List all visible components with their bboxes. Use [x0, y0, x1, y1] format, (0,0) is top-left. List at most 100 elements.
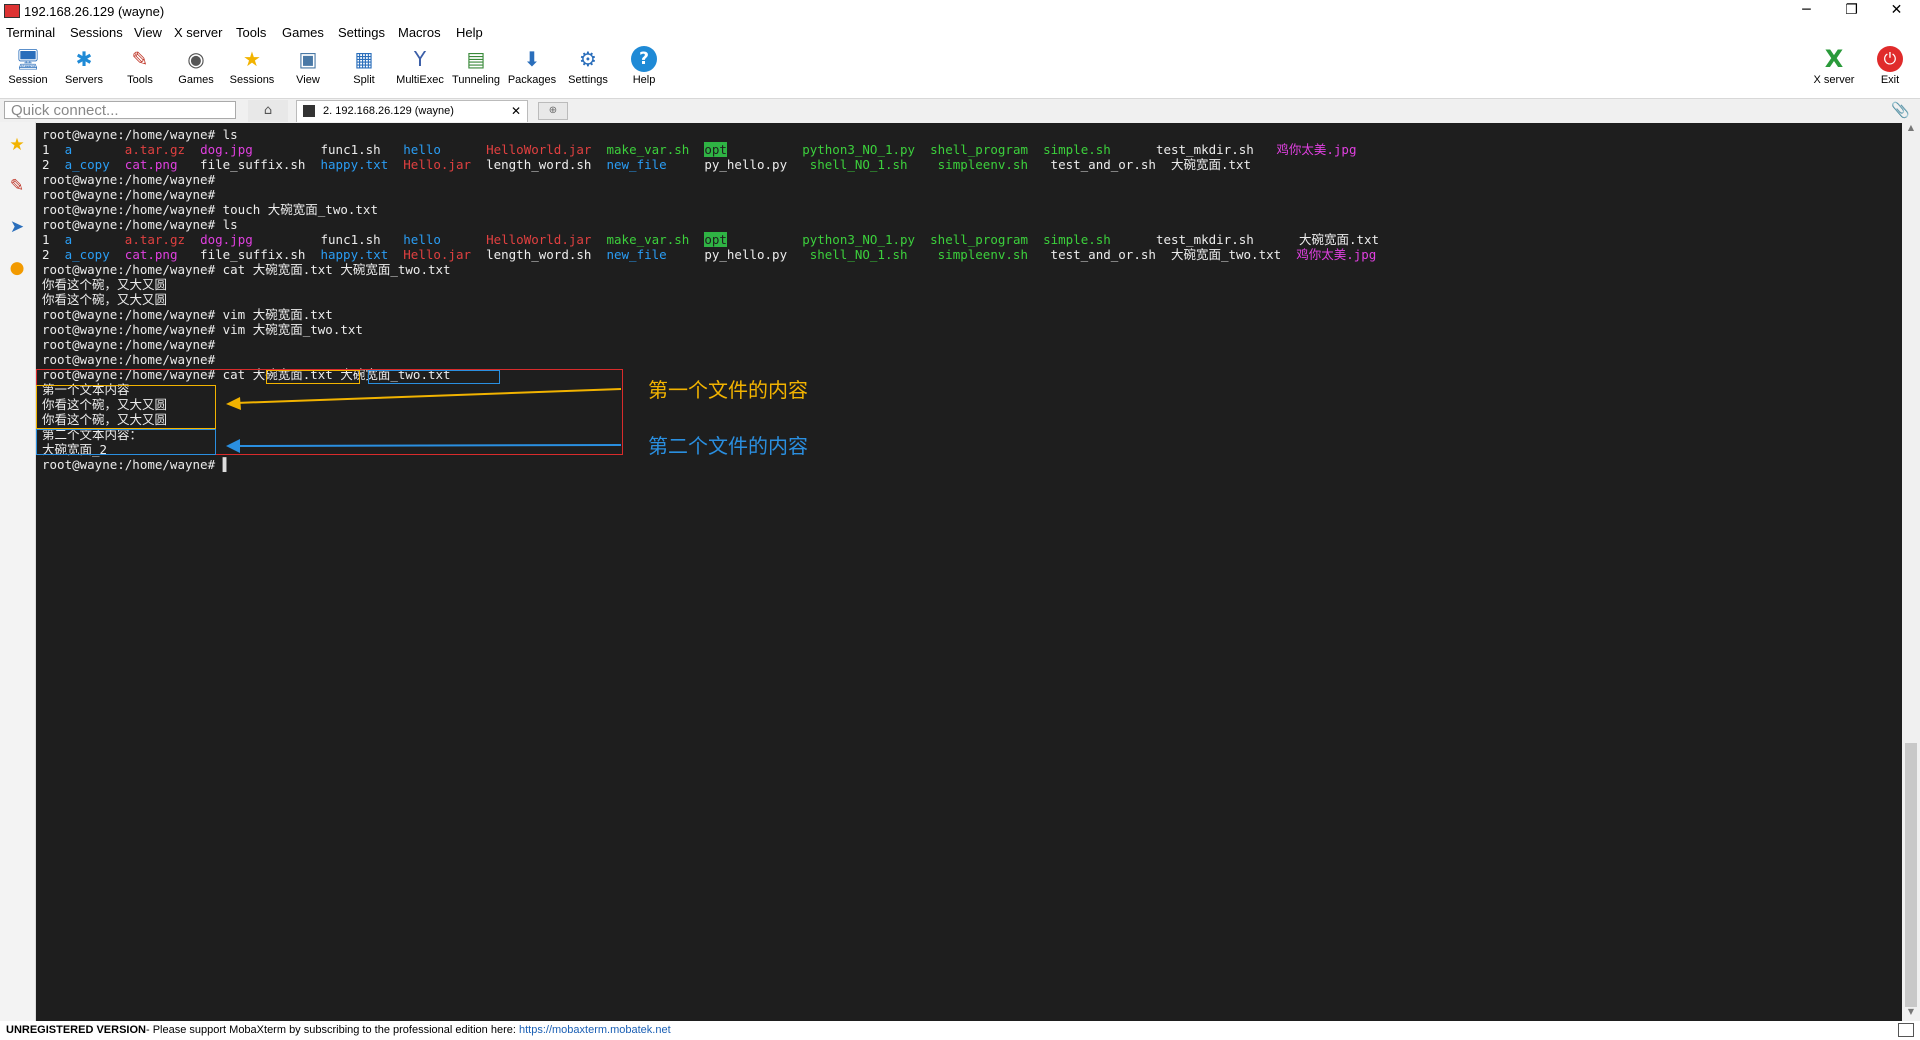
session-tab[interactable]: 2. 192.168.26.129 (wayne) ✕: [296, 100, 528, 122]
menu-tools[interactable]: Tools: [236, 25, 266, 40]
colored-filename: 鸡你太美.jpg: [1276, 142, 1357, 157]
paperclip-icon[interactable]: 📎: [1891, 101, 1910, 119]
title-bar: 192.168.26.129 (wayne) ─ ❐ ✕: [0, 0, 1920, 22]
menu-view[interactable]: View: [134, 25, 162, 40]
annotation-arrows: [226, 388, 622, 453]
colored-filename: simpleenv.sh: [937, 157, 1028, 172]
toolbar-games-button[interactable]: ◉ Games: [168, 44, 224, 90]
menu-sessions[interactable]: Sessions: [70, 25, 123, 40]
annotation-second-file: 第二个文件的内容: [648, 434, 808, 458]
sidebar-send-icon[interactable]: ➤: [6, 216, 28, 238]
toolbar-label: MultiExec: [396, 74, 444, 86]
scrollbar-thumb[interactable]: [1905, 743, 1917, 1007]
split-icon: ▦: [354, 47, 374, 71]
toolbar-sessions-button[interactable]: ★ Sessions: [224, 44, 280, 90]
menu-help[interactable]: Help: [456, 25, 483, 40]
quick-connect-input[interactable]: Quick connect...: [4, 101, 236, 119]
second-arrow-line: [235, 444, 622, 447]
window-title: 192.168.26.129 (wayne): [24, 4, 165, 19]
toolbar-x-server-button[interactable]: XX server: [1806, 44, 1862, 90]
settings-gear-icon: ⚙: [579, 47, 597, 71]
app-icon: [4, 4, 20, 18]
servers-icon: ✱: [75, 47, 93, 71]
status-bar: UNREGISTERED VERSION - Please support Mo…: [0, 1021, 1920, 1040]
packages-icon: ⬇: [523, 47, 541, 71]
menu-settings[interactable]: Settings: [338, 25, 385, 40]
scroll-up-arrow-icon[interactable]: ▲: [1902, 123, 1920, 137]
colored-filename: simple.sh: [1043, 142, 1111, 157]
toolbar-settings-button[interactable]: ⚙ Settings: [560, 44, 616, 90]
games-icon: ◉: [187, 47, 205, 71]
sidebar-star-icon[interactable]: ★: [6, 134, 28, 156]
menu-games[interactable]: Games: [282, 25, 324, 40]
home-tab-icon[interactable]: ⌂: [248, 100, 288, 122]
toolbar-label: X server: [1813, 74, 1855, 86]
first-arrow-line: [235, 388, 622, 404]
toolbar-multiexec-button[interactable]: Y MultiExec: [392, 44, 448, 90]
terminal-text: test_mkdir.sh 大碗宽面.txt: [1110, 232, 1380, 247]
toolbar-label: Servers: [65, 74, 103, 86]
toolbar-split-button[interactable]: ▦ Split: [336, 44, 392, 90]
menu-bar: Terminal Sessions View X server Tools Ga…: [0, 22, 1920, 42]
toolbar-exit-button[interactable]: ⏻ Exit: [1862, 44, 1918, 90]
terminal-text: test_and_or.sh 大碗宽面_two.txt: [1027, 247, 1297, 262]
toolbar-label: Sessions: [229, 74, 275, 86]
toolbar-view-button[interactable]: ▣ View: [280, 44, 336, 90]
toolbar: 🖥 Session ✱ Servers ✎ Tools ◉ Games ★ Sessions ▣ Vi…: [0, 42, 1920, 92]
minimize-button[interactable]: ─: [1784, 0, 1829, 22]
colored-filename: simpleenv.sh: [937, 247, 1028, 262]
close-tab-icon[interactable]: ✕: [511, 101, 521, 121]
multiexec-icon: Y: [413, 47, 427, 71]
toolbar-label: Settings: [568, 74, 608, 86]
toolbar-label: Tunneling: [452, 74, 500, 86]
terminal-text: test_and_or.sh 大碗宽面.txt: [1027, 157, 1252, 172]
new-tab-button[interactable]: ⊕: [538, 102, 568, 120]
colored-filename: 鸡你太美.jpg: [1296, 247, 1377, 262]
toolbar-label: Tools: [127, 74, 153, 86]
unregistered-label: UNREGISTERED VERSION: [6, 1024, 146, 1036]
menu-x-server[interactable]: X server: [174, 25, 222, 40]
scroll-down-arrow-icon[interactable]: ▼: [1902, 1007, 1920, 1021]
left-sidebar: ★ ✎ ➤ ●: [0, 122, 36, 1022]
help-icon: ?: [631, 46, 657, 72]
exit-power-icon: ⏻: [1877, 46, 1903, 72]
toolbar-label: Session: [8, 74, 48, 86]
status-message: - Please support MobaXterm by subscribin…: [146, 1024, 516, 1036]
colored-filename: simple.sh: [1043, 232, 1111, 247]
menu-macros[interactable]: Macros: [398, 25, 441, 40]
terminal-tab-icon: [303, 105, 315, 117]
close-button[interactable]: ✕: [1874, 0, 1919, 22]
toolbar-label: Exit: [1880, 74, 1900, 86]
second-arrow-head: [226, 439, 240, 453]
terminal-area[interactable]: root@wayne:/home/wayne# ▌ 大碗宽面_2 第二个文本内容：你…: [36, 123, 1902, 1021]
view-icon: ▣: [298, 47, 318, 71]
x-server-icon: X: [1824, 45, 1844, 73]
toolbar-label: Split: [353, 74, 375, 86]
colored-filename: shell_program: [930, 142, 1028, 157]
menu-terminal[interactable]: Terminal: [6, 25, 55, 40]
toolbar-tools-button[interactable]: ✎ Tools: [112, 44, 168, 90]
sessions-star-icon: ★: [243, 47, 261, 71]
toolbar-session-button[interactable]: 🖥 Session: [0, 44, 56, 90]
restore-button[interactable]: ❐: [1829, 0, 1874, 22]
terminal-text: test_mkdir.sh: [1110, 142, 1277, 157]
terminal-scrollbar[interactable]: ▲ ▼: [1902, 123, 1920, 1021]
toolbar-servers-button[interactable]: ✱ Servers: [56, 44, 112, 90]
tunneling-icon: ▤: [466, 47, 486, 71]
toolbar-tunneling-button[interactable]: ▤ Tunneling: [448, 44, 504, 90]
session-icon: 🖥: [15, 47, 41, 71]
sidebar-tools-icon[interactable]: ✎: [6, 175, 28, 197]
annotation-first-file: 第一个文件的内容: [648, 378, 808, 402]
tab-bar: Quick connect... ⌂ 2. 192.168.26.129 (wa…: [0, 98, 1920, 123]
toolbar-label: Help: [632, 74, 656, 86]
sidebar-macros-icon[interactable]: ●: [6, 257, 28, 279]
toolbar-help-button[interactable]: ? Help: [616, 44, 672, 90]
toolbar-packages-button[interactable]: ⬇ Packages: [504, 44, 560, 90]
colored-filename: shell_program: [930, 232, 1028, 247]
mobaxterm-link[interactable]: https://mobaxterm.mobatek.net: [519, 1021, 671, 1040]
toolbar-label: Packages: [507, 74, 557, 86]
monitor-icon: [1898, 1023, 1914, 1037]
first-arrow-head: [226, 397, 241, 410]
